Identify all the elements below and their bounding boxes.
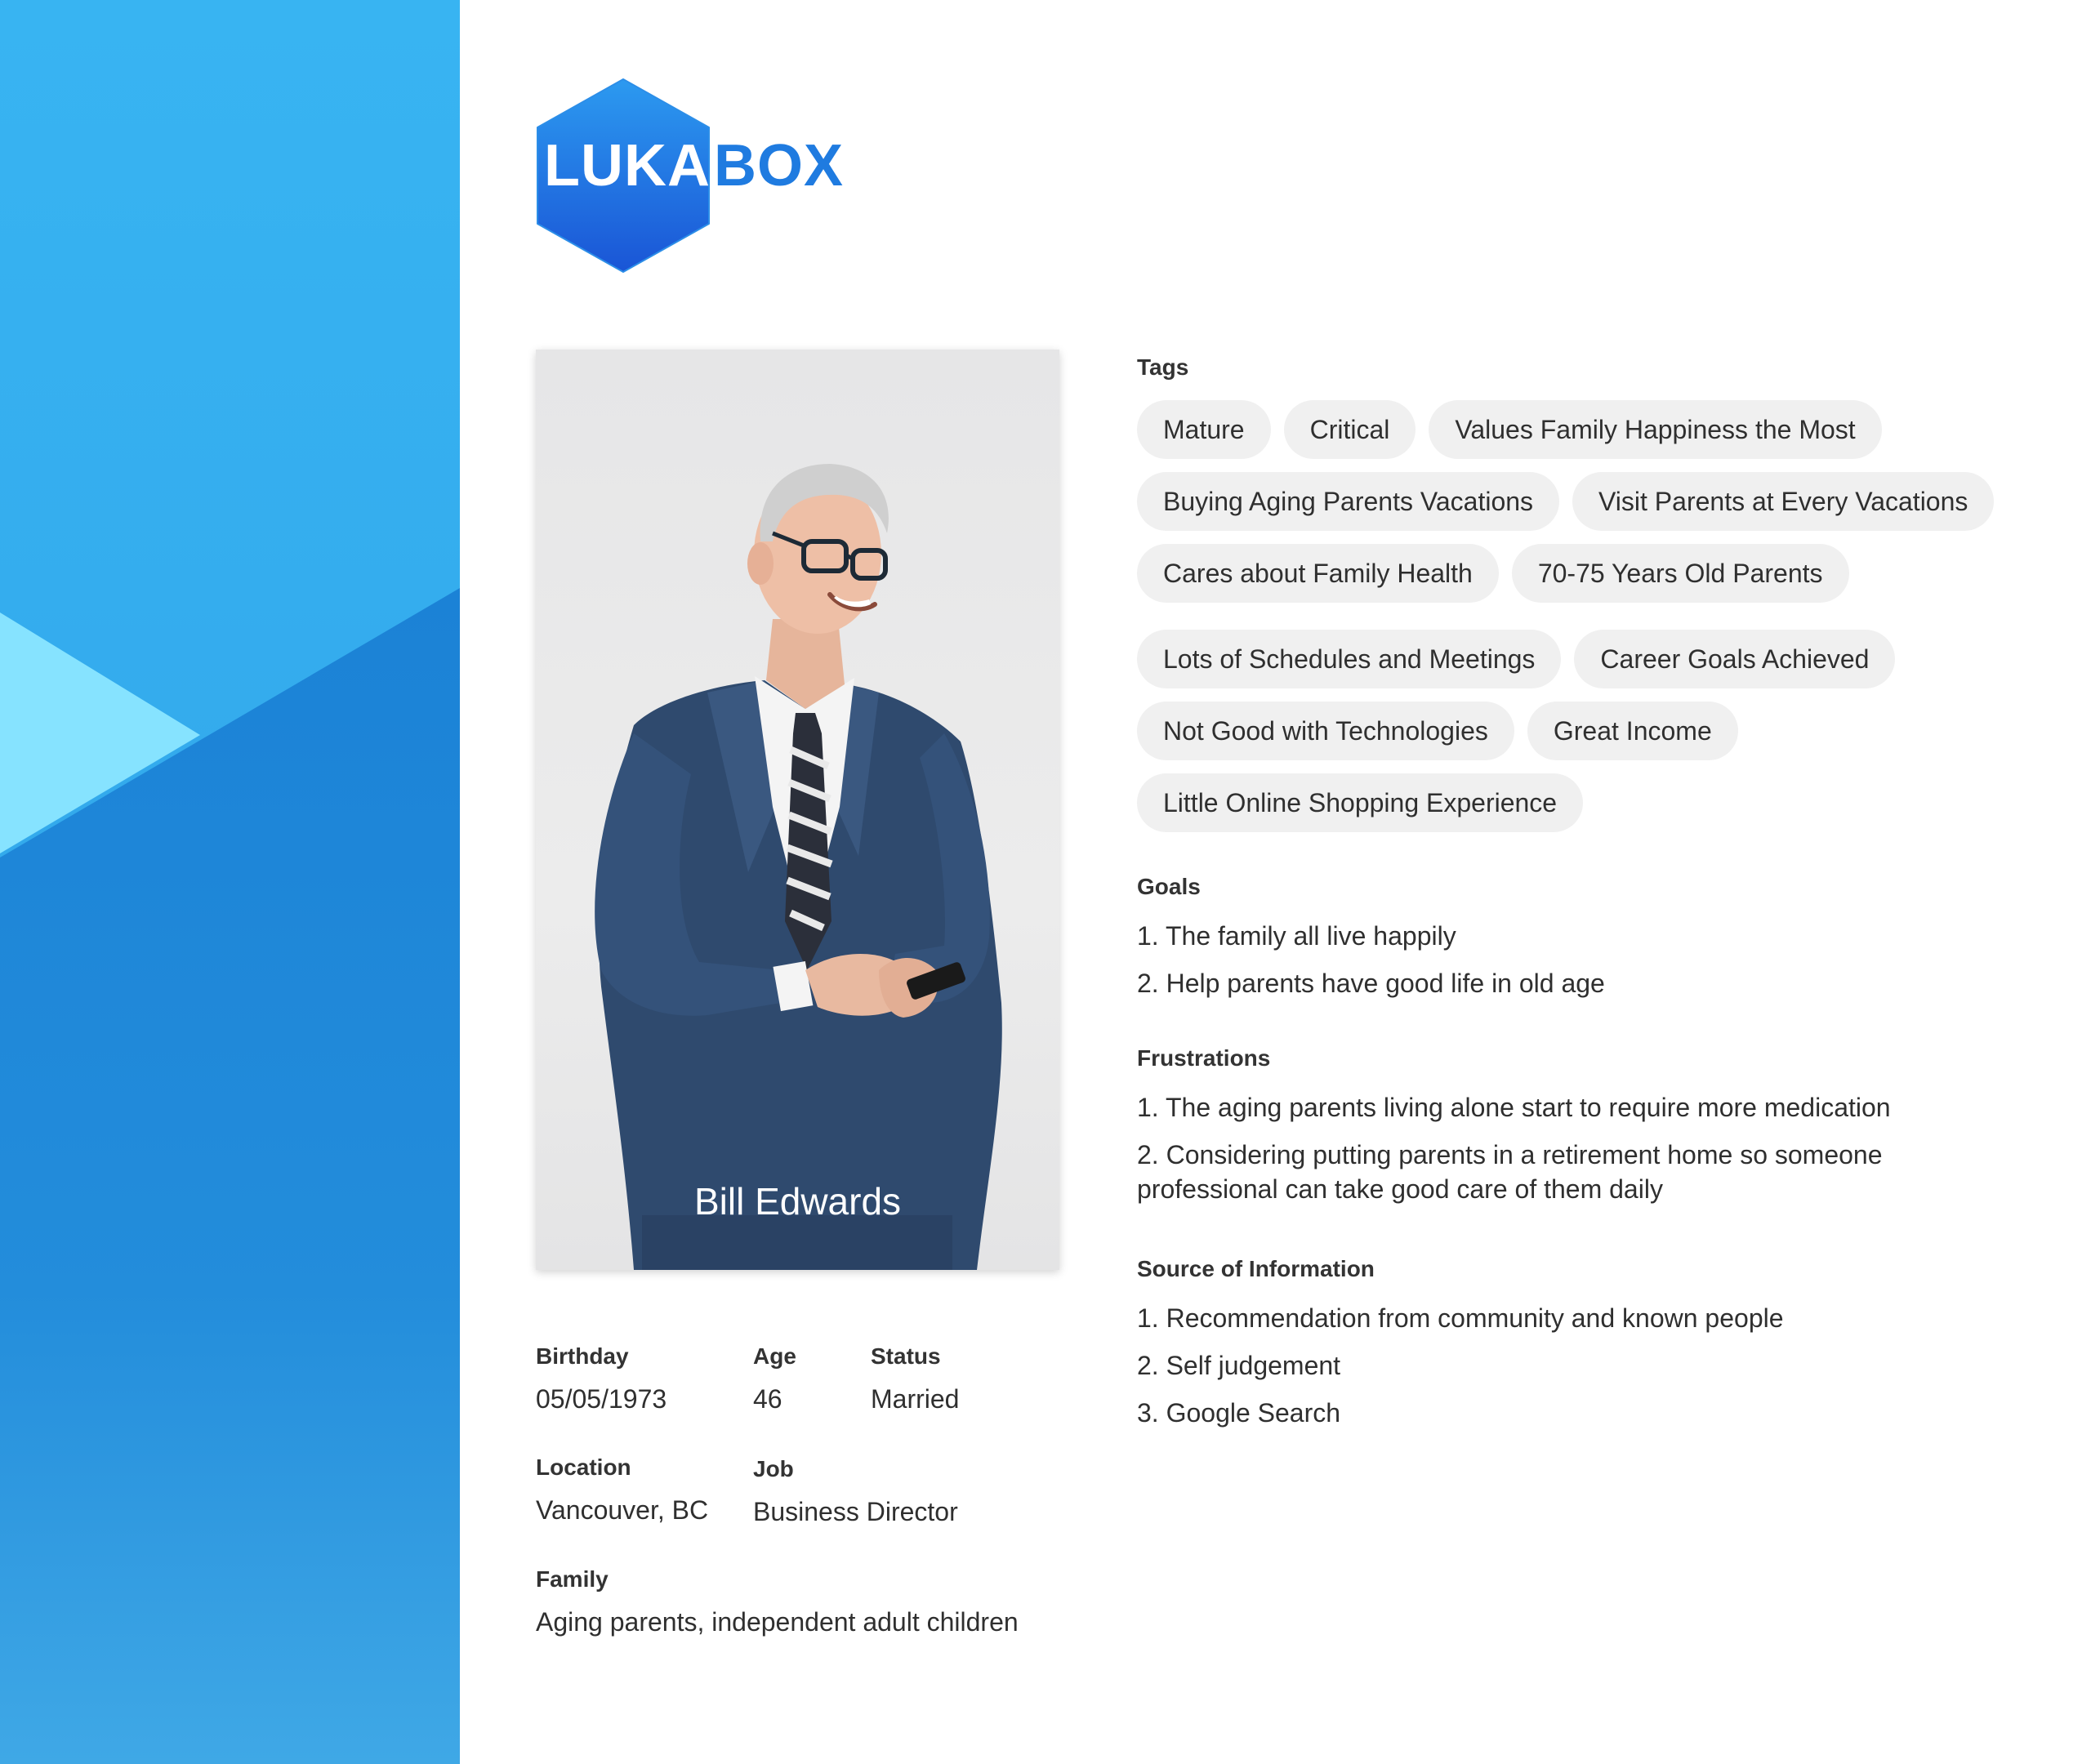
tag-chip[interactable]: Cares about Family Health: [1137, 544, 1499, 603]
status-value: Married: [871, 1384, 960, 1414]
tag-row: Buying Aging Parents Vacations Visit Par…: [1137, 472, 1995, 531]
decorative-side-panel: [0, 0, 460, 1764]
profile-photo-card: Bill Edwards: [536, 350, 1059, 1270]
person-photo: [595, 464, 1002, 1270]
tag-row: Little Online Shopping Experience: [1137, 773, 1584, 832]
list-item: 3. Google Search: [1137, 1398, 1341, 1428]
status-field: Status Married: [871, 1343, 960, 1414]
tag-row: Mature Critical Values Family Happiness …: [1137, 400, 1882, 459]
person-name: Bill Edwards: [693, 1180, 902, 1223]
list-item: 1. The aging parents living alone start …: [1137, 1093, 1891, 1122]
tag-chip[interactable]: Not Good with Technologies: [1137, 702, 1514, 760]
tag-chip[interactable]: Little Online Shopping Experience: [1137, 773, 1584, 832]
logo-text-box: BOX: [714, 133, 845, 198]
location-label: Location: [536, 1454, 631, 1480]
goals-list: 1. The family all live happily 2. Help p…: [1137, 919, 2003, 1013]
tag-row: Cares about Family Health 70-75 Years Ol…: [1137, 544, 1849, 603]
age-field: Age 46: [753, 1343, 796, 1414]
family-field: Family Aging parents, independent adult …: [536, 1566, 1019, 1637]
logo-text-luka: LUKA: [544, 133, 711, 198]
tags-heading: Tags: [1137, 354, 1189, 380]
list-item: 2. Help parents have good life in old ag…: [1137, 969, 1605, 998]
list-item: 2. Considering putting parents in a reti…: [1137, 1140, 1883, 1204]
tag-chip[interactable]: Critical: [1283, 400, 1416, 459]
list-item: 1. The family all live happily: [1137, 921, 1456, 951]
location-value: Vancouver, BC: [536, 1495, 709, 1525]
side-panel-graphic: [0, 0, 460, 1764]
job-value: Business Director: [753, 1497, 958, 1526]
frustrations-list: 1. The aging parents living alone start …: [1137, 1090, 2003, 1219]
location-field: Location Vancouver, BC: [536, 1454, 709, 1525]
tag-chip[interactable]: Values Family Happiness the Most: [1429, 400, 1882, 459]
birthday-value: 05/05/1973: [536, 1384, 667, 1414]
job-field: Job Business Director: [753, 1456, 958, 1526]
family-label: Family: [536, 1566, 609, 1592]
job-label: Job: [753, 1456, 794, 1481]
age-value: 46: [753, 1384, 782, 1414]
birthday-field: Birthday 05/05/1973: [536, 1343, 667, 1414]
frustrations-heading: Frustrations: [1137, 1045, 1271, 1071]
sources-heading: Source of Information: [1137, 1256, 1375, 1281]
tag-chip[interactable]: Great Income: [1527, 702, 1738, 760]
status-label: Status: [871, 1343, 941, 1369]
list-item: 2. Self judgement: [1137, 1351, 1341, 1380]
lukabox-logo[interactable]: LUKA BOX: [536, 78, 846, 274]
tag-chip[interactable]: Career Goals Achieved: [1574, 630, 1896, 688]
tag-chip[interactable]: 70-75 Years Old Parents: [1511, 544, 1849, 603]
goals-heading: Goals: [1137, 874, 1201, 899]
family-value: Aging parents, independent adult childre…: [536, 1607, 1019, 1637]
tag-row: Lots of Schedules and Meetings Career Go…: [1137, 630, 1896, 688]
age-label: Age: [753, 1343, 796, 1369]
birthday-label: Birthday: [536, 1343, 629, 1369]
tag-chip[interactable]: Mature: [1137, 400, 1271, 459]
tag-row: Not Good with Technologies Great Income: [1137, 702, 1738, 760]
tag-chip[interactable]: Lots of Schedules and Meetings: [1137, 630, 1562, 688]
list-item: 1. Recommendation from community and kno…: [1137, 1303, 1784, 1333]
sources-list: 1. Recommendation from community and kno…: [1137, 1301, 2003, 1443]
tag-chip[interactable]: Buying Aging Parents Vacations: [1137, 472, 1560, 531]
tag-chip[interactable]: Visit Parents at Every Vacations: [1572, 472, 1995, 531]
